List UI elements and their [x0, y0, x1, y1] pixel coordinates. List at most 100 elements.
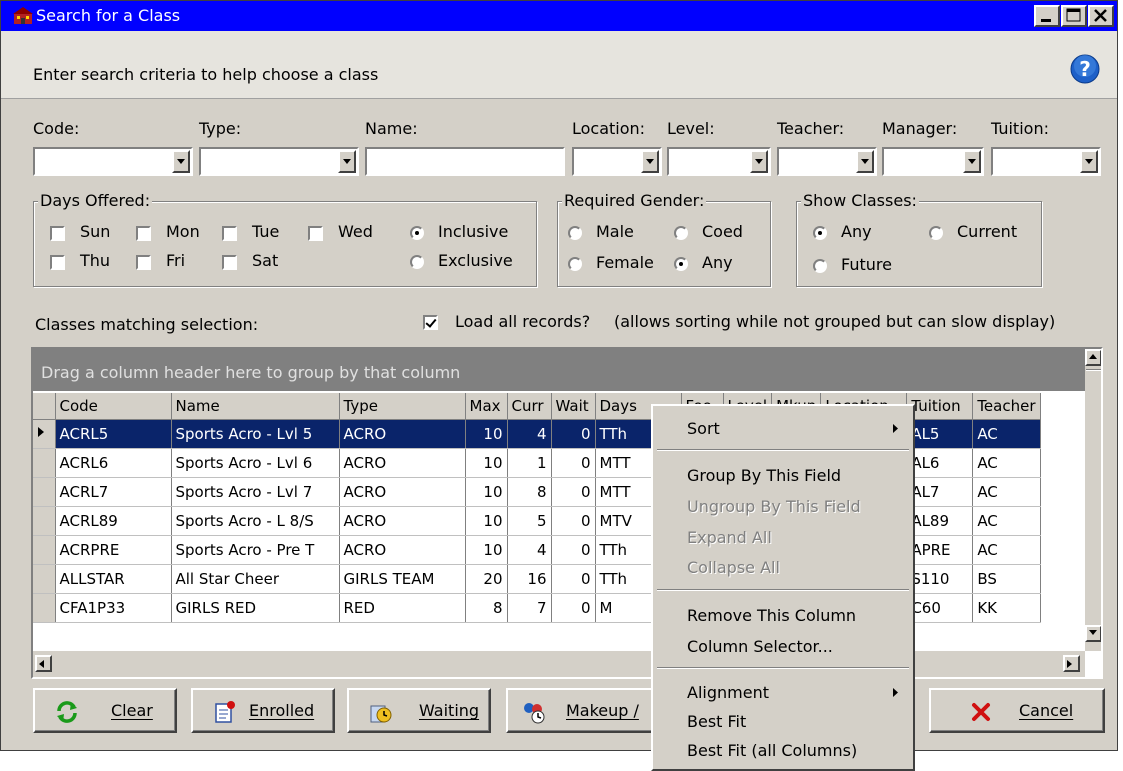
scroll-right-button[interactable]	[1063, 655, 1080, 672]
cell-tuition[interactable]: AL6	[906, 448, 974, 478]
tuition-combo[interactable]	[991, 147, 1101, 176]
cell-teacher[interactable]: AC	[972, 535, 1041, 565]
scroll-left-button[interactable]	[35, 655, 52, 672]
show-current-radio[interactable]	[929, 226, 943, 240]
col-header-name[interactable]: Name	[171, 393, 340, 420]
code-dropdown-button[interactable]	[172, 150, 190, 173]
scroll-thumb[interactable]	[1086, 369, 1101, 371]
cell-name[interactable]: Sports Acro - Lvl 6	[171, 448, 340, 478]
cell-type[interactable]: RED	[339, 593, 466, 623]
inclusive-radio[interactable]	[410, 226, 424, 240]
cell-code[interactable]: ACRL7	[55, 477, 172, 507]
thu-checkbox[interactable]	[50, 255, 65, 270]
cell-type[interactable]: ACRO	[339, 448, 466, 478]
group-by-band[interactable]: Drag a column header here to group by th…	[33, 349, 1085, 391]
show-any-radio[interactable]	[813, 226, 827, 240]
col-header-tuition[interactable]: Tuition	[906, 393, 974, 420]
col-header-code[interactable]: Code	[55, 393, 172, 420]
cell-name[interactable]: Sports Acro - Lvl 5	[171, 419, 340, 449]
col-header-type[interactable]: Type	[339, 393, 466, 420]
coed-radio[interactable]	[674, 226, 688, 240]
cancel-button[interactable]: Cancel	[929, 688, 1105, 733]
cell-code[interactable]: ACRL5	[55, 419, 172, 449]
help-question-icon[interactable]: ?	[1070, 54, 1100, 84]
waiting-button[interactable]: Waiting	[347, 688, 491, 733]
row-indicator[interactable]	[33, 506, 56, 536]
cell-name[interactable]: Sports Acro - Pre T	[171, 535, 340, 565]
cell-curr[interactable]: 16	[507, 564, 552, 594]
show-future-radio[interactable]	[813, 259, 827, 273]
cell-wait[interactable]: 0	[551, 419, 596, 449]
title-bar[interactable]: Search for a Class	[1, 1, 1117, 31]
cell-code[interactable]: ALLSTAR	[55, 564, 172, 594]
cell-code[interactable]: ACRPRE	[55, 535, 172, 565]
manager-combo[interactable]	[882, 147, 984, 176]
sat-checkbox[interactable]	[222, 255, 237, 270]
cell-curr[interactable]: 7	[507, 593, 552, 623]
row-indicator[interactable]	[33, 535, 56, 565]
col-header-teacher[interactable]: Teacher	[972, 393, 1041, 420]
cell-curr[interactable]: 8	[507, 477, 552, 507]
cell-type[interactable]: ACRO	[339, 477, 466, 507]
menu-item-group-by[interactable]: Group By This Field	[687, 466, 841, 485]
location-combo[interactable]	[572, 147, 662, 176]
cell-wait[interactable]: 0	[551, 593, 596, 623]
cell-curr[interactable]: 4	[507, 535, 552, 565]
close-window-button[interactable]	[1088, 5, 1114, 27]
row-indicator[interactable]	[33, 448, 56, 478]
grid-vertical-scrollbar[interactable]	[1085, 349, 1101, 651]
grid-horizontal-scrollbar[interactable]	[33, 651, 1085, 677]
cell-max[interactable]: 20	[465, 564, 508, 594]
menu-item-sort[interactable]: Sort	[687, 419, 720, 438]
menu-item-best-fit-all[interactable]: Best Fit (all Columns)	[687, 741, 857, 760]
cell-wait[interactable]: 0	[551, 506, 596, 536]
cell-teacher[interactable]: AC	[972, 477, 1041, 507]
cell-wait[interactable]: 0	[551, 535, 596, 565]
female-radio[interactable]	[568, 257, 582, 271]
cell-code[interactable]: ACRL6	[55, 448, 172, 478]
cell-type[interactable]: ACRO	[339, 535, 466, 565]
cell-tuition[interactable]: S110	[906, 564, 974, 594]
code-combo[interactable]	[33, 147, 193, 176]
classes-grid[interactable]: Drag a column header here to group by th…	[31, 347, 1103, 679]
cell-curr[interactable]: 1	[507, 448, 552, 478]
cell-tuition[interactable]: AL7	[906, 477, 974, 507]
manager-dropdown-button[interactable]	[963, 150, 981, 173]
mon-checkbox[interactable]	[136, 226, 151, 241]
exclusive-radio[interactable]	[410, 255, 424, 269]
maximize-button[interactable]	[1061, 5, 1087, 27]
sun-checkbox[interactable]	[50, 226, 65, 241]
cell-teacher[interactable]: BS	[972, 564, 1041, 594]
cell-wait[interactable]: 0	[551, 448, 596, 478]
cell-wait[interactable]: 0	[551, 564, 596, 594]
wed-checkbox[interactable]	[308, 226, 323, 241]
col-header-max[interactable]: Max	[465, 393, 508, 420]
cell-tuition[interactable]: AL89	[906, 506, 974, 536]
cell-teacher[interactable]: AC	[972, 448, 1041, 478]
menu-item-alignment[interactable]: Alignment	[687, 683, 769, 702]
cell-code[interactable]: ACRL89	[55, 506, 172, 536]
cell-type[interactable]: ACRO	[339, 506, 466, 536]
cell-max[interactable]: 8	[465, 593, 508, 623]
cell-teacher[interactable]: KK	[972, 593, 1041, 623]
minimize-button[interactable]	[1034, 5, 1060, 27]
male-radio[interactable]	[568, 226, 582, 240]
enrolled-button[interactable]: Enrolled	[191, 688, 335, 733]
load-all-checkbox[interactable]	[423, 315, 438, 330]
clear-button[interactable]: Clear	[33, 688, 177, 733]
teacher-dropdown-button[interactable]	[856, 150, 874, 173]
type-dropdown-button[interactable]	[338, 150, 356, 173]
cell-type[interactable]: ACRO	[339, 419, 466, 449]
tue-checkbox[interactable]	[222, 226, 237, 241]
cell-code[interactable]: CFA1P33	[55, 593, 172, 623]
row-indicator[interactable]	[33, 593, 56, 623]
cell-name[interactable]: GIRLS RED	[171, 593, 340, 623]
level-dropdown-button[interactable]	[750, 150, 768, 173]
menu-item-best-fit[interactable]: Best Fit	[687, 712, 746, 731]
col-header-curr[interactable]: Curr	[507, 393, 552, 420]
cell-max[interactable]: 10	[465, 448, 508, 478]
scroll-down-button[interactable]	[1085, 625, 1101, 642]
name-input[interactable]	[365, 147, 565, 176]
fri-checkbox[interactable]	[136, 255, 151, 270]
cell-tuition[interactable]: AL5	[906, 419, 974, 449]
